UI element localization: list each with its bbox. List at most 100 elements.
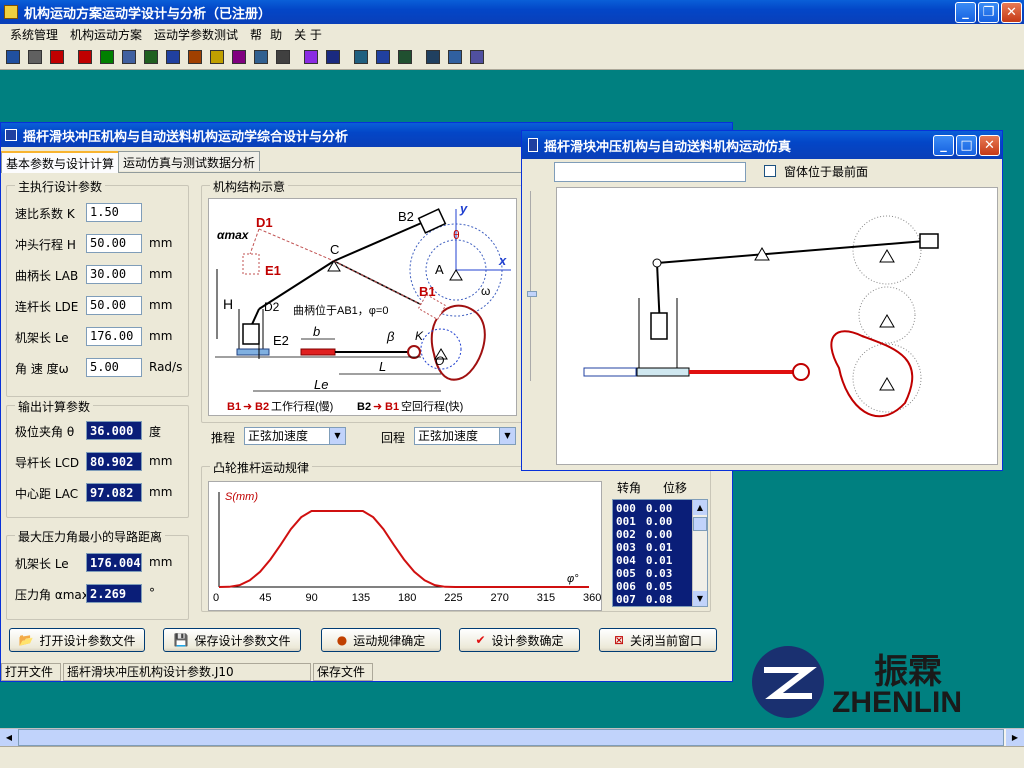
sim-checkbox-label: 窗体位于最前面 xyxy=(784,165,869,179)
label-o: O xyxy=(435,354,444,368)
toolbar-screen-b-icon[interactable] xyxy=(395,47,415,67)
toolbar-print-icon[interactable] xyxy=(25,47,45,67)
main-params-label: 主执行设计参数 xyxy=(15,178,106,195)
toolbar-screen-a-icon[interactable] xyxy=(373,47,393,67)
label-theta: θ xyxy=(453,228,460,242)
toolbar-chart-i-icon[interactable] xyxy=(251,47,271,67)
table-row[interactable]: 007 0.08 xyxy=(613,593,693,606)
toolbar-chart-d-icon[interactable] xyxy=(141,47,161,67)
menu-about[interactable]: 关 于 xyxy=(288,26,328,43)
cam-chart: 0 45 90 135 180 225 270 315 360 S(mm) φ° xyxy=(208,481,602,611)
toolbar-book-icon[interactable] xyxy=(301,47,321,67)
toolbar-chart-h-icon[interactable] xyxy=(229,47,249,67)
table-cell-angle: 004 xyxy=(616,554,636,567)
toolbar-briefcase-icon[interactable] xyxy=(467,47,487,67)
app-status-bar xyxy=(0,746,1024,768)
param-unit: Rad/s xyxy=(149,360,183,374)
toolbar-pc-icon[interactable] xyxy=(423,47,443,67)
hscroll-thumb[interactable] xyxy=(18,729,1004,746)
mechanism-diagram: D1 αmax E1 H D2 E2 b C B2 y θ A x B1 ω β… xyxy=(208,198,517,416)
return-select[interactable]: 正弦加速度 ▼ xyxy=(414,427,516,445)
open-file-button[interactable]: 📂 打开设计参数文件 xyxy=(9,628,145,652)
sim-progress[interactable] xyxy=(554,162,746,182)
sim-maximize-button[interactable]: □ xyxy=(956,134,977,156)
toolbar-chart-b-icon[interactable] xyxy=(97,47,117,67)
maximize-button[interactable]: ❐ xyxy=(978,1,999,23)
app-icon xyxy=(4,5,18,19)
param-input[interactable]: 30.00 xyxy=(86,265,142,284)
label-l: L xyxy=(379,359,386,374)
close-window-button[interactable]: ⊠ 关闭当前窗口 xyxy=(599,628,717,652)
toolbar-chart-e-icon[interactable] xyxy=(163,47,183,67)
app-title-bar: 机构运动方案运动学设计与分析（已注册） _ ❐ ✕ xyxy=(0,0,1024,24)
motion-law-button[interactable]: ● 运动规律确定 xyxy=(321,628,441,652)
table-cell-angle: 001 xyxy=(616,515,636,528)
sim-canvas xyxy=(556,187,998,465)
table-scrollbar[interactable]: ▲ ▼ xyxy=(692,500,707,606)
sim-slider[interactable] xyxy=(527,191,552,381)
label-e1: E1 xyxy=(265,263,281,278)
status-file: 摇杆滑块冲压机构设计参数.J10 xyxy=(63,663,311,681)
sim-icon xyxy=(528,138,538,152)
param-output: 80.902 xyxy=(86,452,142,471)
sim-minimize-button[interactable]: _ xyxy=(933,134,954,156)
table-row[interactable]: 002 0.00 xyxy=(613,528,693,541)
scroll-thumb[interactable] xyxy=(693,517,707,531)
status-save: 保存文件 xyxy=(313,663,373,681)
param-unit: mm xyxy=(149,454,173,468)
param-input[interactable]: 1.50 xyxy=(86,203,142,222)
param-input[interactable]: 5.00 xyxy=(86,358,142,377)
toolbar-monitor-icon[interactable] xyxy=(323,47,343,67)
label-h: H xyxy=(223,296,233,312)
legend-arrow-2: ➜ xyxy=(373,401,382,413)
table-cell-disp: 0.08 xyxy=(645,593,673,606)
toolbar-chart-j-icon[interactable] xyxy=(273,47,293,67)
toolbar-chart-f-icon[interactable] xyxy=(185,47,205,67)
x-tick-label: 180 xyxy=(398,592,416,604)
label-c: C xyxy=(330,242,339,257)
table-row[interactable]: 005 0.03 xyxy=(613,567,693,580)
menu-scheme[interactable]: 机构运动方案 xyxy=(64,26,148,43)
param-input[interactable]: 50.00 xyxy=(86,296,142,315)
diagram-note: 曲柄位于AB1，φ=0 xyxy=(293,303,388,317)
scroll-left-icon[interactable]: ◀ xyxy=(0,729,18,746)
sim-checkbox[interactable] xyxy=(764,165,776,177)
param-input[interactable]: 50.00 xyxy=(86,234,142,253)
table-row[interactable]: 001 0.00 xyxy=(613,515,693,528)
table-row[interactable]: 003 0.01 xyxy=(613,541,693,554)
sim-close-button[interactable]: ✕ xyxy=(979,134,1000,156)
push-select[interactable]: 正弦加速度 ▼ xyxy=(244,427,346,445)
close-button[interactable]: ✕ xyxy=(1001,1,1022,23)
toolbar-chart-g-icon[interactable] xyxy=(207,47,227,67)
table-row[interactable]: 006 0.05 xyxy=(613,580,693,593)
data-table[interactable]: 000 0.00 001 0.00 002 0.00 003 0.01 004 0.01 005 0.… xyxy=(612,499,708,607)
confirm-params-button[interactable]: ✔ 设计参数确定 xyxy=(459,628,580,652)
toolbar-chart-a-icon[interactable] xyxy=(75,47,95,67)
scroll-down-icon[interactable]: ▼ xyxy=(693,591,707,606)
diagram-label: 机构结构示意 xyxy=(210,178,289,195)
table-row[interactable]: 000 0.00 xyxy=(613,502,693,515)
tab-basic[interactable]: 基本参数与设计计算 xyxy=(1,151,120,173)
horizontal-scrollbar[interactable]: ◀ ▶ xyxy=(0,728,1024,746)
param-input[interactable]: 176.00 xyxy=(86,327,142,346)
scroll-up-icon[interactable]: ▲ xyxy=(693,500,707,515)
param-label: 冲头行程 H xyxy=(15,238,76,252)
toolbar-chart-c-icon[interactable] xyxy=(119,47,139,67)
toolbar-tree-icon[interactable] xyxy=(3,47,23,67)
menu-test[interactable]: 运动学参数测试 xyxy=(148,26,244,43)
menu-help-1[interactable]: 帮 xyxy=(244,26,264,43)
scroll-right-icon[interactable]: ▶ xyxy=(1006,729,1024,746)
table-row[interactable]: 004 0.01 xyxy=(613,554,693,567)
table-cell-disp: 0.01 xyxy=(645,554,673,567)
toolbar-settings-icon[interactable] xyxy=(351,47,371,67)
tab-simulation[interactable]: 运动仿真与测试数据分析 xyxy=(118,151,261,171)
menu-help-2[interactable]: 助 xyxy=(264,26,288,43)
toolbar-delete-icon[interactable] xyxy=(47,47,67,67)
save-file-button[interactable]: 💾 保存设计参数文件 xyxy=(163,628,301,652)
push-dropdown-icon[interactable]: ▼ xyxy=(329,428,345,444)
confirm-params-label: 设计参数确定 xyxy=(491,633,564,648)
menu-system[interactable]: 系统管理 xyxy=(4,26,64,43)
toolbar-calc-icon[interactable] xyxy=(445,47,465,67)
minimize-button[interactable]: _ xyxy=(955,1,976,23)
return-dropdown-icon[interactable]: ▼ xyxy=(499,428,515,444)
